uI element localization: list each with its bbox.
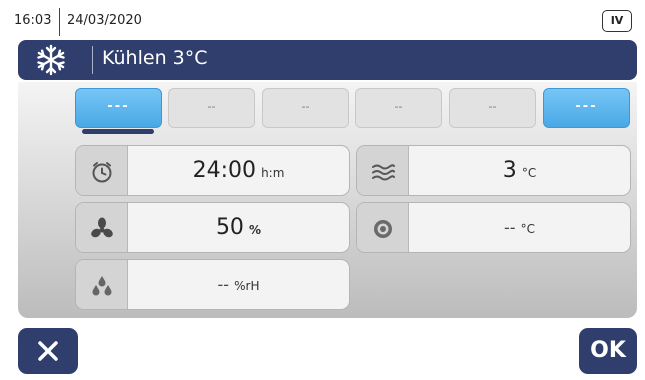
- program-title: Kühlen 3°C: [102, 47, 208, 69]
- airflow-unit: °C: [521, 166, 537, 180]
- step-5[interactable]: --: [449, 88, 536, 128]
- status-divider: [59, 8, 60, 36]
- status-bar: 16:03 24/03/2020 IV: [14, 8, 634, 36]
- snowflake-icon: [37, 44, 65, 76]
- fan-unit: %: [249, 223, 262, 237]
- fan-value: 50: [215, 215, 244, 240]
- step-1[interactable]: ---: [75, 88, 162, 128]
- step-6[interactable]: ---: [543, 88, 630, 128]
- airflow-field[interactable]: 3 °C: [356, 145, 631, 196]
- cancel-button[interactable]: [18, 328, 78, 374]
- core-temp-value: --: [503, 218, 516, 237]
- step-4[interactable]: --: [355, 88, 442, 128]
- airflow-icon: [372, 164, 395, 181]
- status-time: 16:03: [14, 13, 52, 28]
- time-value: 24:00: [192, 158, 256, 183]
- fan-icon: [91, 217, 113, 238]
- status-date: 24/03/2020: [67, 13, 142, 28]
- time-unit: h:m: [261, 166, 285, 180]
- humidity-field[interactable]: -- %rH: [75, 259, 350, 310]
- humidity-icon: [92, 276, 112, 296]
- probe-icon: [374, 220, 392, 238]
- level-badge: IV: [602, 10, 632, 32]
- humidity-unit: %rH: [234, 279, 260, 293]
- humidity-value: --: [217, 275, 230, 294]
- header-divider: [92, 46, 93, 74]
- time-field[interactable]: 24:00 h:m: [75, 145, 350, 196]
- core-temp-field[interactable]: -- °C: [356, 202, 631, 253]
- airflow-value: 3: [502, 158, 517, 183]
- clock-icon: [92, 162, 112, 183]
- core-temp-unit: °C: [520, 222, 536, 236]
- selected-step-indicator: [82, 129, 154, 134]
- program-header: Kühlen 3°C: [18, 40, 637, 80]
- close-icon: [38, 341, 58, 361]
- ok-button[interactable]: OK: [579, 328, 637, 374]
- step-2[interactable]: --: [168, 88, 255, 128]
- step-3[interactable]: --: [262, 88, 349, 128]
- fan-field[interactable]: 50 %: [75, 202, 350, 253]
